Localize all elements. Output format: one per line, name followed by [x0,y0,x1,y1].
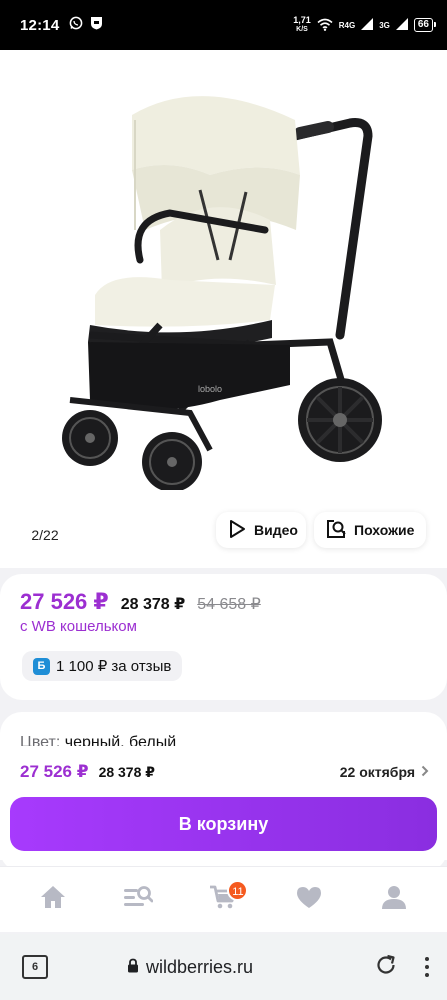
wallet-note[interactable]: с WB кошельком [20,618,137,635]
browser-menu-icon[interactable] [425,957,429,977]
status-bar: 12:14 1,71 K/S R4G 3G 66 [0,0,447,50]
chevron-right-icon [421,764,429,780]
product-image-stroller[interactable]: lobolo [50,80,395,490]
brand-mark: lobolo [198,384,222,394]
front-right-wheel [142,432,202,490]
status-time: 12:14 [20,16,60,34]
reload-icon[interactable] [375,954,397,981]
buy-regular-price: 28 378 ₽ [98,764,156,780]
signal-icon [361,18,374,32]
delivery-date: 22 октября [339,764,415,780]
wallet-price: 27 526 ₽ [20,589,109,614]
buy-wallet-price: 27 526 ₽ [20,762,89,781]
delivery-date-link[interactable]: 22 октября [340,764,429,780]
battery-indicator: 66 [413,18,437,32]
cart-count-badge: 11 [227,879,249,901]
image-counter: 2/22 [18,520,72,550]
play-icon [228,519,246,542]
nav-catalog[interactable] [116,878,160,922]
address-bar[interactable]: wildberries.ru [127,957,253,978]
rear-wheel [298,378,382,462]
old-price: 54 658 ₽ [197,596,261,613]
tabs-button[interactable]: 6 [22,955,48,979]
signal-icon-2 [395,18,408,32]
bonus-badge-icon: Б [33,657,50,675]
catalog-search-icon [123,885,154,914]
bottom-nav: 11 [0,866,447,932]
heart-icon [296,886,322,914]
lock-icon [127,957,139,978]
similar-label: Похожие [354,522,415,538]
url-text: wildberries.ru [146,956,254,977]
wifi-icon [317,18,333,33]
browser-toolbar: 6 wildberries.ru [0,934,447,1000]
profile-icon [381,884,407,915]
image-search-icon [326,519,346,542]
nav-home[interactable] [31,878,75,922]
price-card: 27 526 ₽ 28 378 ₽ 54 658 ₽ с WB кошелько… [0,574,447,700]
similar-button[interactable]: Похожие [314,512,426,548]
review-bonus-chip[interactable]: Б 1 100 ₽ за отзыв [22,651,183,681]
product-gallery[interactable]: lobolo 2/22 Видео Похожие [0,50,447,568]
buy-panel: 27 526 ₽ 28 378 ₽ 22 октября В корзину [0,746,447,860]
home-icon [40,885,66,914]
nav-favorites[interactable] [287,878,331,922]
nav-cart[interactable]: 11 [201,878,249,922]
whatsapp-icon [69,16,83,35]
review-bonus-text: 1 100 ₽ за отзыв [56,658,172,675]
network-speed: 1,71 K/S [293,15,311,34]
video-button[interactable]: Видео [216,512,306,548]
shield-notification-icon [90,16,103,35]
front-left-wheel [62,410,118,466]
regular-price: 28 378 ₽ [120,596,186,613]
sim1-label: R4G [338,20,356,30]
sim2-label: 3G [379,20,390,30]
nav-profile[interactable] [372,878,416,922]
add-to-cart-button[interactable]: В корзину [10,797,437,851]
video-label: Видео [254,522,298,538]
